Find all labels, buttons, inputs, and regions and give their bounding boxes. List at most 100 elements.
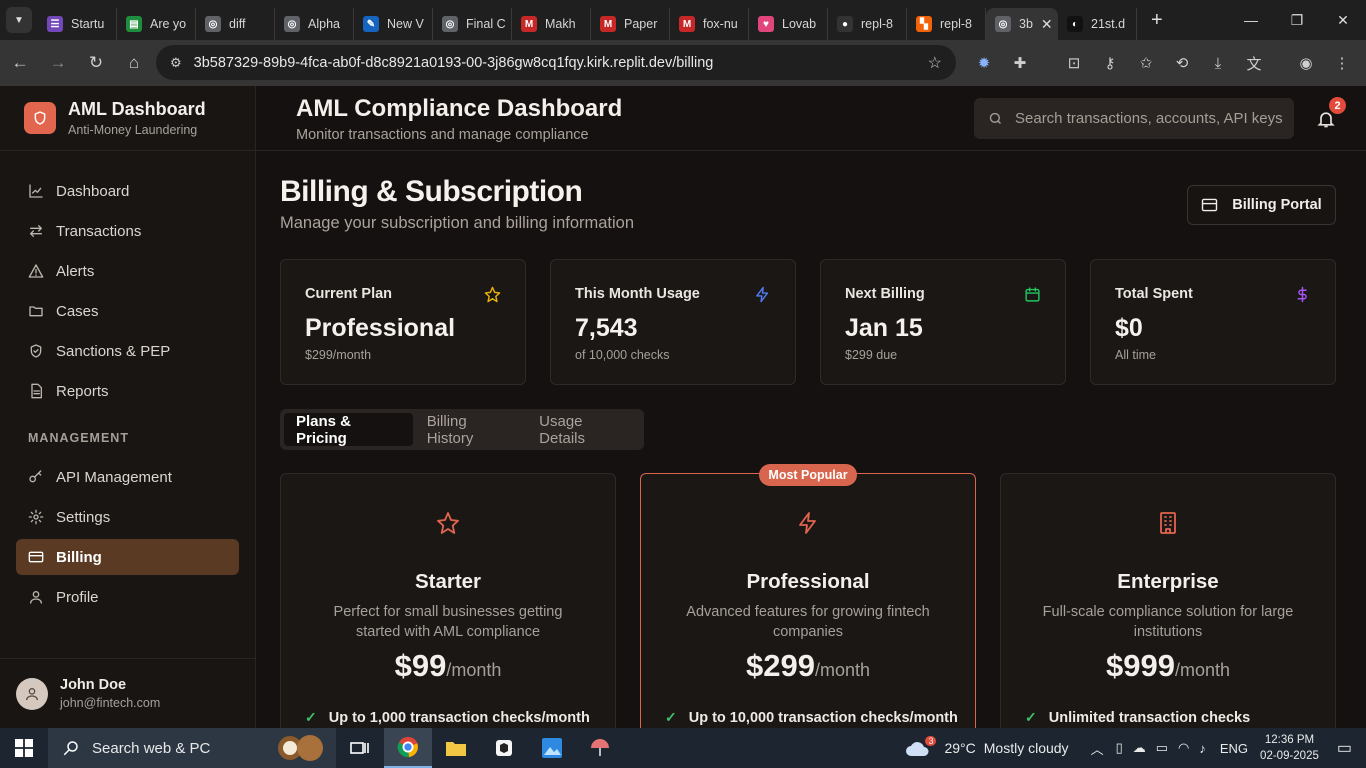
browser-tab[interactable]: ◎ Alpha (275, 8, 354, 40)
browser-tab[interactable]: M Paper (591, 8, 670, 40)
plan-card-professional[interactable]: Most Popular Professional Advanced feature… (640, 464, 976, 728)
billing-portal-button[interactable]: Billing Portal (1187, 185, 1336, 225)
sidebar-item-billing[interactable]: Billing (16, 539, 239, 575)
sidebar-item-alerts[interactable]: Alerts (16, 253, 239, 289)
sidebar-item-profile[interactable]: Profile (16, 579, 239, 615)
onedrive-icon[interactable]: ☁ (1133, 740, 1146, 756)
browser-tab[interactable]: ◎ 3b ✕ (986, 8, 1058, 40)
browser-tab[interactable]: ▚ repl-8 (907, 8, 986, 40)
tab-billing-history[interactable]: Billing History (415, 413, 525, 447)
clock[interactable]: 12:36 PM 02-09-2025 (1260, 732, 1319, 764)
profile-avatar-icon[interactable]: ◉ (1288, 48, 1324, 78)
bookmark-star-icon[interactable]: ☆ (928, 53, 942, 73)
extension-gear-icon[interactable]: ✹ (966, 48, 1002, 78)
browser-menu-icon[interactable]: ⋮ (1324, 48, 1360, 78)
sidebar: AML Dashboard Anti-Money Laundering Dash… (0, 86, 256, 728)
tab-search-button[interactable]: ▼ (6, 7, 32, 33)
browser-tabs: ☰ Startu ▤ Are yo ◎ diff ◎ Alpha ✎ New V ◎ Final C M… (38, 0, 1137, 40)
warning-triangle-icon (28, 263, 56, 279)
taskbar-file-explorer[interactable] (432, 728, 480, 768)
home-button[interactable]: ⌂ (116, 45, 152, 81)
plan-card-enterprise[interactable]: Enterprise Full-scale compliance solution… (1000, 473, 1336, 728)
stat-label: This Month Usage (575, 286, 700, 302)
forward-button[interactable]: → (40, 45, 76, 81)
sidebar-item-api-management[interactable]: API Management (16, 459, 239, 495)
browser-tab[interactable]: ◐ 21st.d (1058, 8, 1137, 40)
language-indicator[interactable]: ENG (1220, 741, 1248, 756)
price-amount: $999 (1106, 648, 1175, 683)
plan-price: $999/month (1001, 648, 1335, 684)
plan-price: $299/month (641, 648, 975, 684)
user-profile[interactable]: John Doe john@fintech.com (0, 658, 255, 728)
browser-tab[interactable]: ♥ Lovab (749, 8, 828, 40)
user-icon (28, 589, 56, 605)
notification-badge: 2 (1329, 97, 1346, 114)
close-window-button[interactable]: ✕ (1320, 0, 1366, 40)
browser-tab[interactable]: ✎ New V (354, 8, 433, 40)
translate-icon[interactable]: 文 (1236, 48, 1272, 78)
screenshot-icon[interactable]: ⊡ (1056, 48, 1092, 78)
browser-tab[interactable]: Mfox-nu (670, 8, 749, 40)
search-box[interactable] (974, 98, 1294, 139)
battery-icon[interactable]: ▭ (1156, 740, 1168, 756)
dollar-icon (1294, 286, 1311, 303)
maximize-button[interactable]: ❐ (1274, 0, 1320, 40)
wifi-icon[interactable]: ◠ (1178, 740, 1189, 756)
browser-tab[interactable]: ▤ Are yo (117, 8, 196, 40)
notification-center-icon[interactable]: ▭ (1337, 738, 1352, 758)
download-icon[interactable]: ⤓ (1200, 48, 1236, 78)
browser-tab[interactable]: M Makh (512, 8, 591, 40)
browser-toolbar: ← → ↻ ⌂ ⚙ 3b587329-89b9-4fca-ab0f-d8c892… (0, 40, 1366, 86)
browser-tab[interactable]: ☰ Startu (38, 8, 117, 40)
browser-tab[interactable]: ● repl-8 (828, 8, 907, 40)
site-info-icon[interactable]: ⚙ (170, 55, 182, 71)
browser-tab[interactable]: ◎ Final C (433, 8, 512, 40)
browser-tab-label: repl-8 (861, 17, 893, 31)
building-icon (1156, 511, 1180, 535)
password-key-icon[interactable]: ⚷ (1092, 48, 1128, 78)
sidebar-item-sanctions-pep[interactable]: Sanctions & PEP (16, 333, 239, 369)
close-tab-icon[interactable]: ✕ (1041, 16, 1053, 33)
back-button[interactable]: ← (2, 45, 38, 81)
browser-tab[interactable]: ◎ diff (196, 8, 275, 40)
page-subtitle: Manage your subscription and billing inf… (280, 214, 635, 232)
sidebar-item-reports[interactable]: Reports (16, 373, 239, 409)
history-icon[interactable]: ⟲ (1164, 48, 1200, 78)
credit-card-icon (28, 549, 56, 565)
browser-tab-label: repl-8 (940, 17, 972, 31)
task-view-button[interactable] (336, 728, 384, 768)
meet-now-icon[interactable]: ▯ (1116, 740, 1123, 756)
plan-card-starter[interactable]: Starter Perfect for small businesses gett… (280, 473, 616, 728)
minimize-button[interactable]: — (1228, 0, 1274, 40)
extensions-puzzle-icon[interactable]: ✚ (1002, 48, 1038, 78)
bookmarks-icon[interactable]: ✩ (1128, 48, 1164, 78)
most-popular-badge: Most Popular (759, 464, 857, 486)
sidebar-item-transactions[interactable]: Transactions (16, 213, 239, 249)
address-url[interactable]: 3b587329-89b9-4fca-ab0f-d8c8921a0193-00-… (194, 55, 714, 71)
chevron-up-icon[interactable]: ︿ (1091, 739, 1104, 758)
search-input[interactable] (1015, 110, 1285, 127)
taskbar-chrome[interactable] (384, 728, 432, 768)
tab-plans-pricing[interactable]: Plans & Pricing (284, 413, 413, 447)
weather-widget[interactable]: 3 29°C Mostly cloudy (905, 736, 1069, 758)
coconut-doodle-icon (278, 735, 323, 761)
address-bar[interactable]: ⚙ 3b587329-89b9-4fca-ab0f-d8c8921a0193-0… (156, 45, 956, 80)
new-tab-button[interactable]: + (1151, 9, 1163, 32)
price-amount: $299 (746, 648, 815, 683)
sidebar-item-dashboard[interactable]: Dashboard (16, 173, 239, 209)
sidebar-item-settings[interactable]: Settings (16, 499, 239, 535)
price-period: /month (814, 660, 870, 680)
stat-value: Professional (305, 314, 456, 342)
reload-button[interactable]: ↻ (78, 45, 114, 81)
tab-usage-details[interactable]: Usage Details (527, 413, 640, 447)
taskbar-app-cube[interactable] (480, 728, 528, 768)
sidebar-item-cases[interactable]: Cases (16, 293, 239, 329)
start-button[interactable] (0, 728, 48, 768)
stat-note: of 10,000 checks (575, 348, 670, 362)
lightning-icon (754, 286, 771, 303)
taskbar-app-umbrella[interactable] (576, 728, 624, 768)
taskbar-photos[interactable] (528, 728, 576, 768)
volume-icon[interactable]: ♪ (1199, 741, 1206, 756)
taskbar-search[interactable]: Search web & PC (48, 728, 336, 768)
brand-subtitle: Anti-Money Laundering (68, 123, 198, 137)
